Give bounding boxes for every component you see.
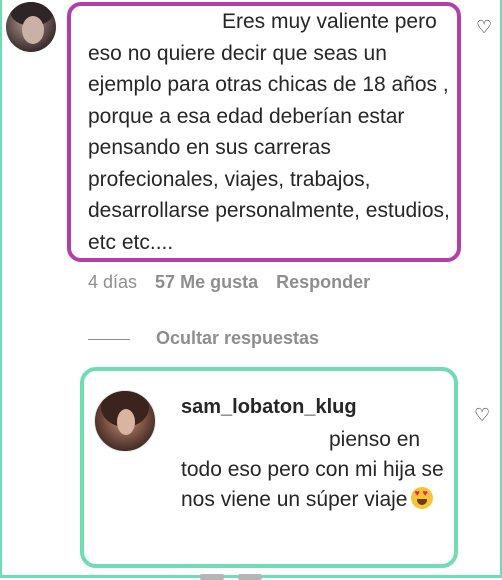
top-comment-text: Eres muy valiente pero eso no quiere dec…	[88, 6, 458, 258]
star-struck-emoji-icon	[411, 487, 434, 509]
top-comment-meta: 4 días 57 Me gusta Responder	[88, 272, 388, 293]
avatar-face	[22, 16, 44, 44]
hide-replies-line	[88, 338, 130, 340]
reply-button[interactable]: Responder	[276, 272, 370, 293]
frame-border-left	[0, 0, 2, 578]
avatar-top-commenter[interactable]	[6, 2, 56, 52]
reply-username[interactable]: sam_lobaton_klug	[181, 396, 357, 419]
likes-count[interactable]: 57 Me gusta	[155, 272, 258, 293]
reply-comment-body: pienso en todo eso pero con mi hija se n…	[181, 428, 444, 511]
reply-comment-text: pienso en todo eso pero con mi hija se n…	[181, 425, 451, 515]
hide-replies-toggle[interactable]: Ocultar respuestas	[88, 328, 319, 349]
comment-age: 4 días	[88, 272, 138, 292]
avatar-reply-commenter[interactable]	[94, 390, 156, 452]
like-heart-icon[interactable]: ♡	[474, 406, 492, 424]
hide-replies-label[interactable]: Ocultar respuestas	[156, 328, 319, 348]
avatar-face	[117, 409, 135, 435]
top-comment-body: Eres muy valiente pero eso no quiere dec…	[88, 10, 450, 254]
like-heart-icon[interactable]: ♡	[476, 18, 494, 36]
